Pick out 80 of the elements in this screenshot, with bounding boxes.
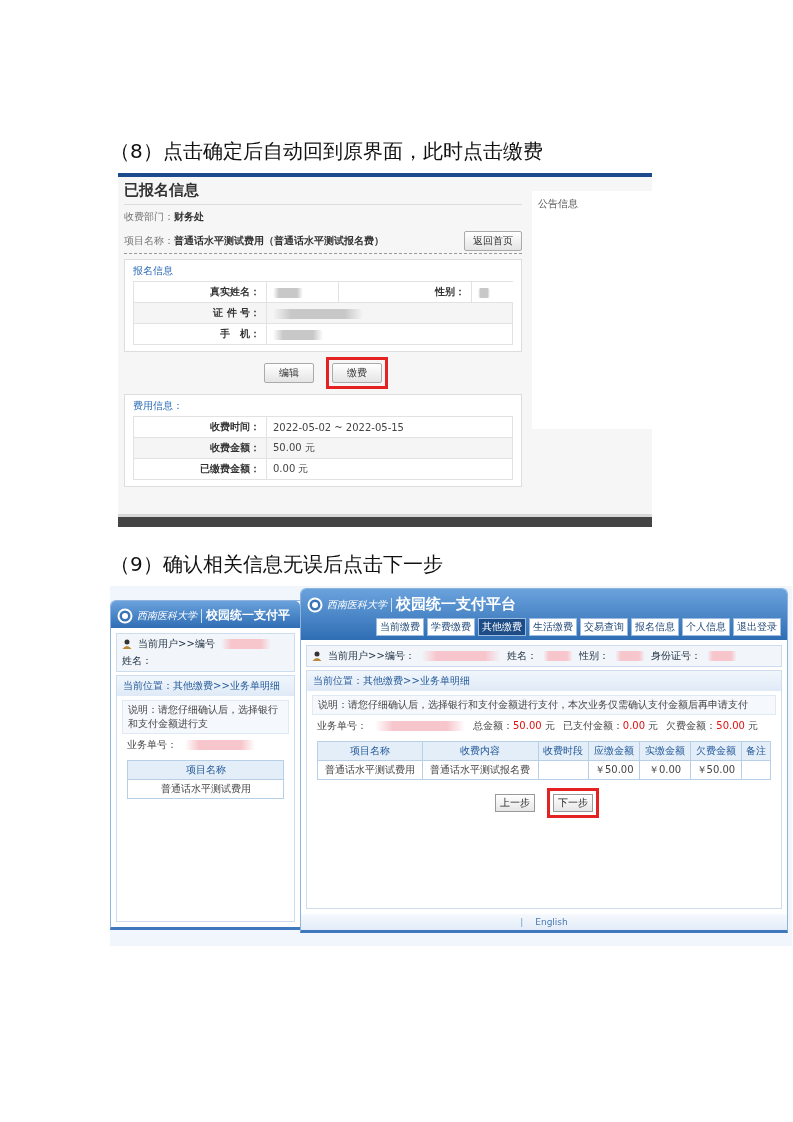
nav-tab[interactable]: 生活缴费: [529, 618, 577, 636]
table-cell: 普通话水平测试报名费: [422, 760, 539, 780]
blurred-text: [478, 287, 490, 298]
page-title: 已报名信息: [124, 181, 522, 205]
blurred-text: [220, 639, 271, 649]
table-cell: 普通话水平测试费用: [317, 760, 423, 780]
university-logo-text: 西南医科大学: [327, 597, 392, 612]
field-label: 收费金额：: [133, 437, 267, 459]
notice-title: 公告信息: [538, 197, 579, 211]
user-icon: [122, 639, 132, 649]
step-heading: （9）确认相关信息无误后点击下一步: [110, 551, 443, 578]
pay-button[interactable]: 缴费: [332, 363, 382, 383]
field-value: 0.00 元: [266, 458, 513, 480]
field-label: 性别：: [338, 281, 472, 303]
nav-tab[interactable]: 个人信息: [682, 618, 730, 636]
blurred-text: [614, 651, 645, 661]
window-title: 校园统一支付平: [206, 607, 290, 624]
section-title: 费用信息：: [133, 399, 184, 413]
column-header: 收费时段: [538, 741, 589, 761]
breadcrumb: 当前位置：其他缴费>>业务单明细: [117, 676, 294, 696]
user-label: 姓名：: [506, 649, 537, 663]
nav-tab[interactable]: 学费缴费: [427, 618, 475, 636]
footer-separator: |: [520, 917, 524, 927]
blurred-text: [273, 329, 323, 340]
field-label: 已缴费金额：: [133, 458, 267, 480]
table-cell: [741, 760, 771, 780]
user-label: 姓名：: [122, 654, 152, 668]
user-label: 当前用户>>编号: [138, 637, 215, 651]
section-title: 报名信息: [133, 264, 174, 278]
order-label: 业务单号：: [127, 738, 177, 752]
table-cell: ￥0.00: [639, 760, 691, 780]
blurred-text: [185, 740, 255, 750]
field-label: 手 机：: [133, 323, 267, 345]
university-logo-text: 西南医科大学: [137, 608, 202, 623]
nav-tab[interactable]: 报名信息: [631, 618, 679, 636]
table-cell: ￥50.00: [690, 760, 742, 780]
window-title: 校园统一支付平台: [396, 595, 516, 614]
blurred-text: [706, 651, 737, 661]
amount-text: 已支付金额：0.00 元: [562, 719, 659, 733]
edit-button[interactable]: 编辑: [264, 363, 314, 383]
amount-text: 总金额：50.00 元: [473, 719, 555, 733]
previous-button[interactable]: 上一步: [495, 794, 535, 812]
field-value: 50.00 元: [266, 437, 513, 459]
language-link[interactable]: English: [535, 917, 568, 927]
nav-tab[interactable]: 退出登录: [733, 618, 781, 636]
column-header: 备注: [741, 741, 771, 761]
field-label: 真实姓名：: [133, 281, 267, 303]
column-header: 项目名称: [317, 741, 423, 761]
back-button[interactable]: 返回首页: [464, 231, 522, 251]
field-label: 证 件 号：: [133, 302, 267, 324]
column-header: 收费内容: [422, 741, 539, 761]
column-header: 欠费金额: [690, 741, 742, 761]
note-text: 说明：请您仔细确认后，选择银行和支付金额进行支: [122, 700, 289, 734]
breadcrumb: 当前位置：其他缴费>>业务单明细: [307, 671, 781, 691]
info-line: 收费部门：财务处: [124, 210, 204, 224]
emblem-icon: [307, 596, 323, 613]
column-header: 实缴金额: [639, 741, 691, 761]
nav-tab[interactable]: 其他缴费: [478, 618, 526, 636]
amount-text: 欠费金额：50.00 元: [666, 719, 759, 733]
emblem-icon: [117, 607, 133, 624]
blurred-text: [542, 651, 573, 661]
field-value: 2022-05-02 ~ 2022-05-15: [266, 416, 513, 438]
user-icon: [312, 651, 322, 661]
user-label: 性别：: [578, 649, 609, 663]
next-button[interactable]: 下一步: [553, 794, 593, 812]
user-label: 当前用户>>编号：: [328, 649, 415, 663]
table-cell: ￥50.00: [588, 760, 640, 780]
note-text: 说明：请您仔细确认后，选择银行和支付金额进行支付，本次业务仅需确认支付金额后再申请支付: [312, 695, 776, 715]
order-label: 业务单号：: [317, 719, 367, 733]
nav-tab[interactable]: 当前缴费: [376, 618, 424, 636]
column-header: 应缴金额: [588, 741, 640, 761]
field-label: 收费时间：: [133, 416, 267, 438]
info-line: 项目名称：普通话水平测试费用（普通话水平测试报名费）: [124, 234, 384, 248]
step-heading: （8）点击确定后自动回到原界面，此时点击缴费: [110, 138, 543, 165]
user-label: 身份证号：: [650, 649, 701, 663]
table-cell: [538, 760, 589, 780]
nav-tab[interactable]: 交易查询: [580, 618, 628, 636]
column-header: 项目名称: [127, 760, 284, 780]
blurred-text: [273, 287, 303, 298]
table-cell: 普通话水平测试费用: [127, 779, 284, 799]
